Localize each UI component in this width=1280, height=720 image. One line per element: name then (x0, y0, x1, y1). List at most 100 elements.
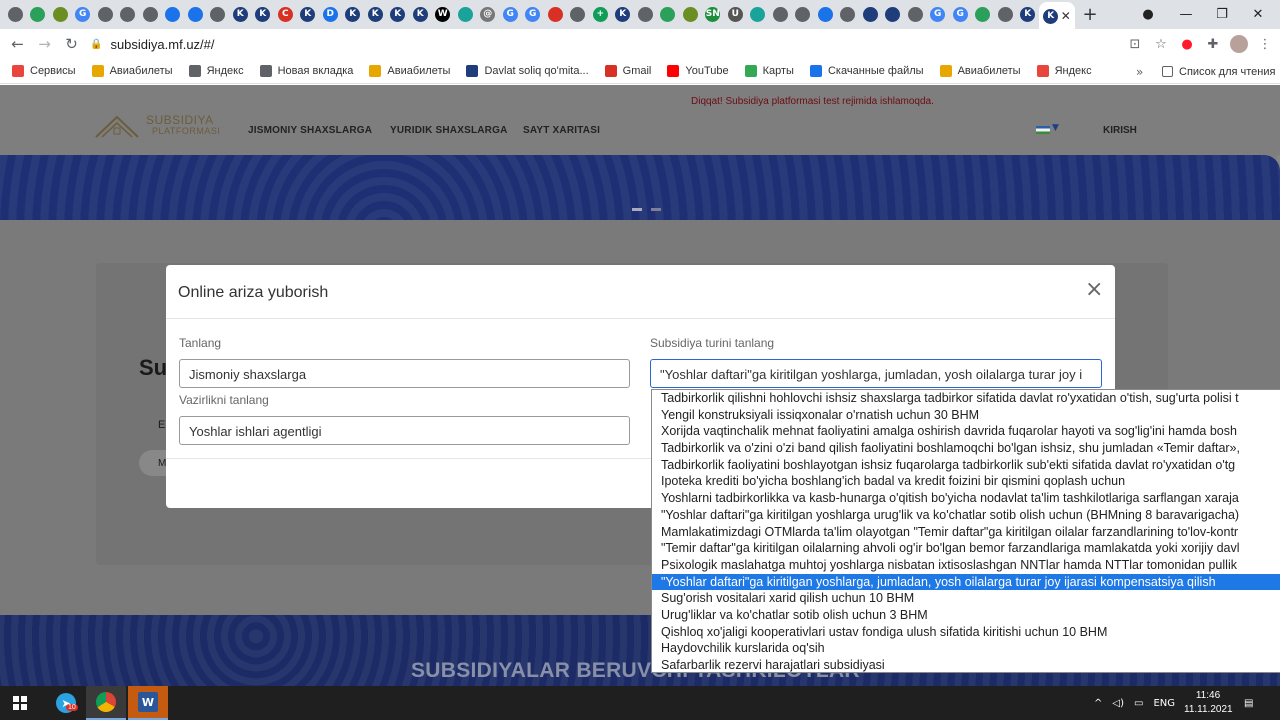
close-tab-icon[interactable]: ✕ (1061, 9, 1071, 23)
maximize-button[interactable]: ❐ (1204, 0, 1240, 29)
tab-21[interactable] (454, 3, 477, 27)
opera-icon[interactable]: ● (1178, 35, 1196, 53)
bookmark-item[interactable]: Gmail (604, 65, 651, 77)
nav-yuridik[interactable]: YURIDIK SHAXSLARGA (390, 125, 508, 136)
chevron-down-icon[interactable]: ▼ (1052, 123, 1059, 133)
reload-button[interactable]: ↻ (58, 35, 85, 53)
tab-29[interactable] (634, 3, 657, 27)
bookmark-item[interactable]: YouTube (667, 65, 729, 77)
tab-3[interactable] (49, 3, 72, 27)
tab-14[interactable]: K (297, 3, 320, 27)
bookmark-item[interactable]: Авиабилеты (939, 65, 1021, 77)
tab-25[interactable] (544, 3, 567, 27)
bookmark-star-icon[interactable]: ☆ (1152, 35, 1170, 53)
dropdown-option[interactable]: Sug'orish vositalari xarid qilish uchun … (652, 590, 1280, 607)
active-tab[interactable]: K ✕ (1039, 1, 1075, 31)
back-button[interactable]: ← (4, 35, 31, 53)
address-bar[interactable]: 🔒 subsidiya.mf.uz/#/ (90, 31, 1160, 57)
translate-icon[interactable]: ⊡ (1126, 35, 1144, 53)
login-link[interactable]: KIRISH (1103, 125, 1137, 136)
dropdown-option[interactable]: Yoshlarni tadbirkorlikka va kasb-hunarga… (652, 490, 1280, 507)
nav-jismoniy[interactable]: JISMONIY SHAXSLARGA (248, 125, 372, 136)
dropdown-option[interactable]: Safarbarlik rezervi harajatlari subsidiy… (652, 657, 1280, 672)
tab-23[interactable]: G (499, 3, 522, 27)
tab-6[interactable] (117, 3, 140, 27)
dropdown-option[interactable]: Yengil konstruksiyali issiqxonalar o'rna… (652, 407, 1280, 424)
tab-1[interactable] (4, 3, 27, 27)
tab-8[interactable] (162, 3, 185, 27)
dropdown-option[interactable]: Mamlakatimizdagi OTMlarda ta'lim olayotg… (652, 524, 1280, 541)
dropdown-option[interactable]: Psixologik maslahatga muhtoj yoshlarga n… (652, 557, 1280, 574)
tab-34[interactable] (747, 3, 770, 27)
tab-44[interactable] (972, 3, 995, 27)
taskbar-telegram[interactable]: ➤ 10 (48, 686, 84, 720)
tab-28[interactable]: K (612, 3, 635, 27)
avatar[interactable] (1230, 35, 1248, 53)
bookmark-item[interactable]: Авиабилеты (369, 65, 450, 77)
network-icon[interactable]: ▭ (1134, 698, 1143, 709)
dropdown-option[interactable]: Tadbirkorlik va o'zini o'zi band qilish … (652, 440, 1280, 457)
nav-sitemap[interactable]: SAYT XARITASI (523, 125, 600, 136)
bookmark-item[interactable]: Скачанные файлы (809, 65, 924, 77)
tab-46[interactable]: K (1017, 3, 1040, 27)
carousel-dot-1[interactable] (632, 208, 642, 211)
reading-list-button[interactable]: Список для чтения (1162, 59, 1275, 84)
bookmark-item[interactable]: Яндекс (1036, 65, 1092, 77)
tab-30[interactable] (657, 3, 680, 27)
clock[interactable]: 11:46 11.11.2021 (1184, 689, 1233, 717)
tab-32[interactable]: SN (702, 3, 725, 27)
tab-37[interactable] (814, 3, 837, 27)
tab-45[interactable] (994, 3, 1017, 27)
ministry-select[interactable]: Yoshlar ishlari agentligi (179, 416, 630, 445)
close-window-button[interactable]: ✕ (1240, 0, 1276, 29)
dropdown-option[interactable]: "Yoshlar daftari"ga kiritilgan yoshlarga… (652, 507, 1280, 524)
tab-17[interactable]: K (364, 3, 387, 27)
dropdown-option[interactable]: "Temir daftar"ga kiritilgan oilalarning … (652, 540, 1280, 557)
tab-38[interactable] (837, 3, 860, 27)
close-icon[interactable]: × (1085, 279, 1103, 301)
tab-24[interactable]: G (522, 3, 545, 27)
bookmark-item[interactable]: Авиабилеты (91, 65, 173, 77)
site-logo[interactable]: SUBSIDIYA PLATFORMASI (94, 113, 220, 139)
dropdown-option[interactable]: Tadbirkorlik qilishni hohlovchi ishsiz s… (652, 390, 1280, 407)
dropdown-option[interactable]: Qishloq xo'jaligi kooperativlari ustav f… (652, 624, 1280, 641)
language-flag-icon[interactable] (1036, 126, 1050, 134)
extensions-icon[interactable]: ✚ (1204, 35, 1222, 53)
tab-22[interactable]: @ (477, 3, 500, 27)
bookmark-item[interactable]: Новая вкладка (259, 65, 353, 77)
bookmarks-more-button[interactable]: » (1136, 59, 1143, 84)
tab-7[interactable] (139, 3, 162, 27)
carousel-dot-2[interactable] (651, 208, 661, 211)
forward-button[interactable]: → (31, 35, 58, 53)
tab-9[interactable] (184, 3, 207, 27)
profile-download-icon[interactable]: ● (1130, 0, 1166, 29)
tab-26[interactable] (567, 3, 590, 27)
tab-12[interactable]: K (252, 3, 275, 27)
tab-43[interactable]: G (949, 3, 972, 27)
tab-15[interactable]: D (319, 3, 342, 27)
tab-42[interactable]: G (927, 3, 950, 27)
bookmark-item[interactable]: Сервисы (12, 65, 76, 77)
dropdown-option-selected[interactable]: "Yoshlar daftari"ga kiritilgan yoshlarga… (652, 573, 1280, 591)
subsidy-type-dropdown[interactable]: Tadbirkorlik qilishni hohlovchi ishsiz s… (651, 389, 1280, 673)
tab-5[interactable] (94, 3, 117, 27)
tab-40[interactable] (882, 3, 905, 27)
tab-39[interactable] (859, 3, 882, 27)
dropdown-option[interactable]: Tadbirkorlik faoliyatini boshlayotgan is… (652, 457, 1280, 474)
dropdown-option[interactable]: Xorijda vaqtinchalik mehnat faoliyatini … (652, 423, 1280, 440)
dropdown-option[interactable]: Haydovchilik kurslarida oq'sih (652, 640, 1280, 657)
category-select[interactable]: Jismoniy shaxslarga (179, 359, 630, 388)
language-indicator[interactable]: ENG (1153, 698, 1175, 709)
tab-20[interactable]: W (432, 3, 455, 27)
bookmark-item[interactable]: Davlat soliq qo'mita... (466, 65, 589, 77)
tab-35[interactable] (769, 3, 792, 27)
taskbar-chrome[interactable] (86, 686, 126, 720)
notifications-icon[interactable]: ▤ (1244, 686, 1253, 720)
new-tab-button[interactable]: + (1075, 4, 1105, 25)
tab-18[interactable]: K (387, 3, 410, 27)
chevron-up-icon[interactable]: ^ (1094, 698, 1102, 709)
dropdown-option[interactable]: Urug'liklar va ko'chatlar sotib olish uc… (652, 607, 1280, 624)
menu-icon[interactable]: ⋮ (1256, 35, 1274, 53)
tab-27[interactable]: + (589, 3, 612, 27)
minimize-button[interactable]: — (1168, 0, 1204, 29)
